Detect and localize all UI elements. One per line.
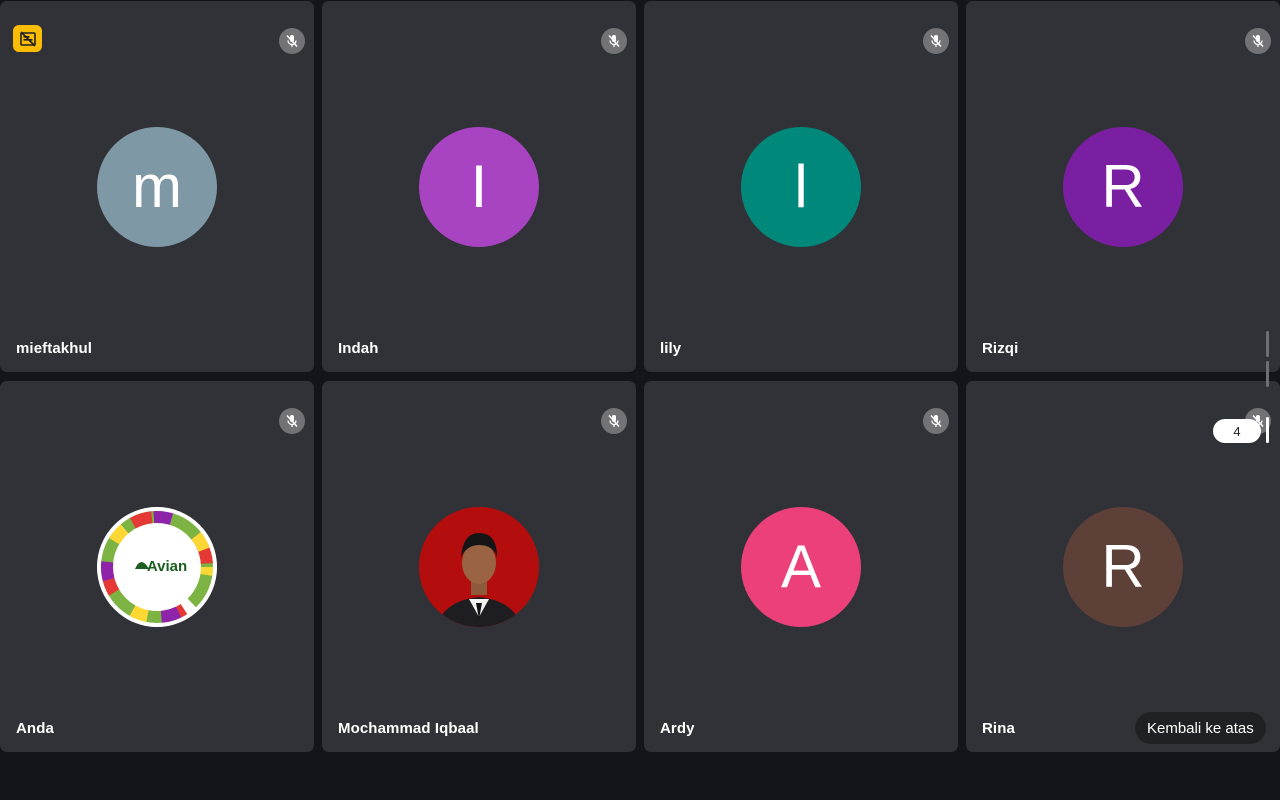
avatar: R	[1063, 127, 1183, 247]
mic-off-icon	[601, 28, 627, 54]
participant-tile[interactable]: A Ardy	[644, 381, 958, 752]
camera-off-icon	[13, 25, 42, 52]
avatar: R	[1063, 507, 1183, 627]
participant-name: Indah	[338, 340, 379, 357]
avian-logo-text: Avian	[147, 558, 187, 575]
avatar: I	[419, 127, 539, 247]
scroll-page-segment-active[interactable]	[1266, 417, 1269, 443]
profile-photo-avatar	[419, 507, 539, 627]
participant-tile[interactable]: Avian Anda	[0, 381, 314, 752]
avatar: l	[741, 127, 861, 247]
page-number-badge: 4	[1213, 419, 1261, 443]
mic-off-icon	[923, 408, 949, 434]
participant-tile[interactable]: Mochammad Iqbaal	[322, 381, 636, 752]
avatar: m	[97, 127, 217, 247]
mic-off-icon	[1245, 28, 1271, 54]
participant-tile[interactable]: l lily	[644, 1, 958, 372]
mic-off-icon	[923, 28, 949, 54]
avian-logo-avatar: Avian	[97, 507, 217, 627]
participant-tile[interactable]: m mieftakhul	[0, 1, 314, 372]
mic-off-icon	[279, 408, 305, 434]
participant-name: Anda	[16, 720, 54, 737]
participant-tile[interactable]: R Rizqi	[966, 1, 1280, 372]
participant-name: Rizqi	[982, 340, 1019, 357]
mic-off-icon	[279, 28, 305, 54]
participant-name: Ardy	[660, 720, 695, 737]
avatar: A	[741, 507, 861, 627]
participant-name: Mochammad Iqbaal	[338, 720, 479, 737]
participant-name: Rina	[982, 720, 1015, 737]
page-scrollbar[interactable]	[1266, 331, 1270, 446]
participant-tile[interactable]: I Indah	[322, 1, 636, 372]
participant-grid: m mieftakhul I Indah l lily R Rizqi Avia…	[0, 0, 1280, 800]
scroll-page-segment[interactable]	[1266, 361, 1269, 387]
scroll-page-segment[interactable]	[1266, 331, 1269, 357]
participant-name: lily	[660, 340, 682, 357]
mic-off-icon	[601, 408, 627, 434]
back-to-top-button[interactable]: Kembali ke atas	[1135, 712, 1266, 744]
participant-name: mieftakhul	[16, 340, 93, 357]
